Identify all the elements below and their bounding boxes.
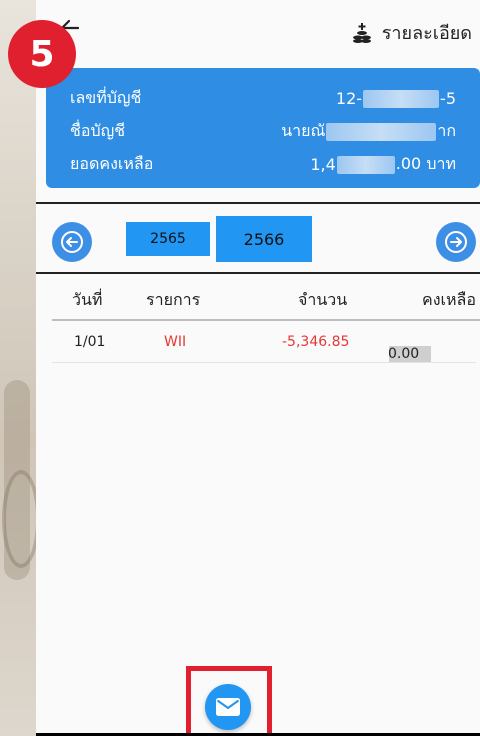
- column-balance: คงเหลือ: [422, 290, 476, 309]
- column-item: รายการ: [146, 290, 201, 309]
- row-amount: -5,346.85: [282, 334, 350, 350]
- next-year-button[interactable]: [436, 222, 476, 262]
- account-number-label: เลขที่บัญชี: [70, 88, 142, 107]
- coins-stack-icon: [352, 22, 371, 43]
- masked-name: [326, 122, 437, 141]
- account-name-value: นายณั าก: [281, 119, 456, 144]
- account-name-row: ชื่อบัญชี นายณั าก: [70, 115, 456, 148]
- transaction-detail-screen: รายละเอียด เลขที่บัญชี 12- -5 ชื่อบัญชี …: [36, 0, 480, 736]
- account-name-label: ชื่อบัญชี: [70, 121, 126, 140]
- step-number-badge: 5: [8, 20, 76, 88]
- mail-icon: [216, 698, 240, 716]
- account-name-prefix: นายณั: [281, 121, 326, 140]
- masked-balance: [336, 155, 395, 174]
- year-tab-2566[interactable]: 2566: [216, 216, 312, 262]
- year-selector: 2565 2566: [36, 204, 480, 274]
- top-header: รายละเอียด: [36, 0, 480, 62]
- account-name-suffix: าก: [437, 121, 456, 140]
- table-row[interactable]: 1/01 WII -5,346.85 1, 0.00: [36, 322, 480, 362]
- account-balance-row: ยอดคงเหลือ 1,4 .00 บาท: [70, 148, 456, 181]
- account-balance-label: ยอดคงเหลือ: [70, 154, 154, 173]
- account-number-row: เลขที่บัญชี 12- -5: [70, 82, 456, 115]
- row-balance-suffix: 0.00: [388, 346, 420, 362]
- page-title: รายละเอียด: [381, 23, 472, 44]
- previous-year-button[interactable]: [52, 222, 92, 262]
- detail-header-group: รายละเอียด: [352, 18, 472, 47]
- year-tab-2565[interactable]: 2565: [126, 222, 210, 256]
- row-date: 1/01: [74, 334, 106, 350]
- account-balance-suffix: .00 บาท: [395, 154, 456, 173]
- background-photo-strip: [0, 0, 40, 736]
- transaction-table-header: วันที่ รายการ จำนวน คงเหลือ: [36, 274, 480, 320]
- account-number-value: 12- -5: [336, 89, 456, 108]
- account-number-suffix: -5: [440, 89, 456, 108]
- arrow-left-circle-icon: [61, 231, 83, 253]
- masked-digits: [363, 89, 440, 108]
- table-header-underline: [52, 319, 480, 321]
- email-statement-button[interactable]: [205, 684, 251, 730]
- arrow-right-circle-icon: [445, 231, 467, 253]
- row-item: WII: [164, 334, 187, 350]
- column-amount: จำนวน: [298, 290, 348, 309]
- account-balance-prefix: 1,4: [310, 155, 336, 174]
- account-number-prefix: 12-: [335, 89, 363, 108]
- account-balance-value: 1,4 .00 บาท: [310, 152, 456, 177]
- column-date: วันที่: [72, 290, 103, 309]
- account-summary-card: เลขที่บัญชี 12- -5 ชื่อบัญชี นายณั าก ยอ…: [46, 68, 480, 188]
- row-divider: [52, 362, 476, 363]
